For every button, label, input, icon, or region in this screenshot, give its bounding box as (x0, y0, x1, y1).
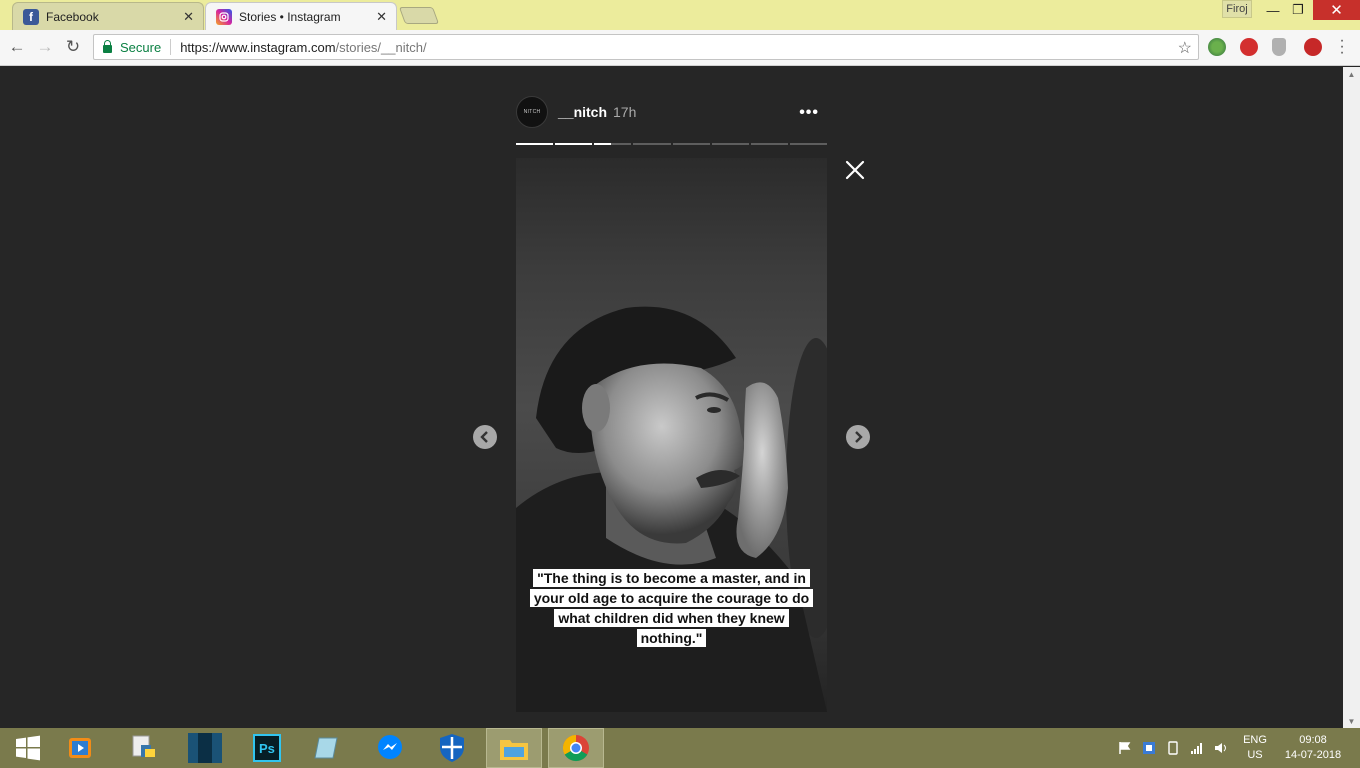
tab-strip: f Facebook ✕ Stories • Instagram ✕ Firoj… (0, 0, 1360, 30)
clock-time: 09:08 (1299, 734, 1327, 746)
file-explorer-icon[interactable] (486, 728, 542, 768)
next-story-button[interactable] (846, 425, 870, 449)
scroll-down-arrow-icon[interactable]: ▼ (1343, 714, 1360, 728)
progress-fill (555, 143, 593, 145)
minimize-button[interactable]: — (1259, 0, 1287, 20)
divider (170, 39, 172, 55)
extension-globe-icon[interactable] (1208, 38, 1226, 56)
media-player-icon[interactable] (52, 728, 108, 768)
progress-segment (555, 143, 593, 145)
vertical-scrollbar[interactable]: ▲ ▼ (1343, 67, 1360, 728)
story-time: 17h (613, 104, 637, 120)
progress-fill (594, 143, 611, 145)
tab-instagram[interactable]: Stories • Instagram ✕ (205, 2, 397, 30)
quote-line: what children did when they knew (554, 609, 789, 627)
progress-fill (516, 143, 554, 145)
avatar[interactable]: NITCH (516, 96, 548, 128)
close-tab-icon[interactable]: ✕ (376, 9, 387, 25)
notes-app-icon[interactable] (299, 728, 355, 768)
volume-icon[interactable] (1214, 741, 1228, 755)
python-icon[interactable] (116, 728, 172, 768)
photoshop-icon[interactable]: Ps (239, 728, 295, 768)
signal-bars-icon[interactable] (1190, 741, 1204, 755)
scroll-up-arrow-icon[interactable]: ▲ (1343, 67, 1360, 81)
lock-icon (103, 40, 112, 53)
phone-icon[interactable] (1166, 741, 1180, 755)
progress-segment (633, 143, 671, 145)
browser-toolbar: ← → ↻ Secure https://www.instagram.com/s… (0, 30, 1360, 66)
close-story-icon[interactable] (843, 158, 867, 182)
region-code: US (1247, 749, 1263, 761)
clock-date: 14-07-2018 (1284, 749, 1342, 761)
instagram-icon (216, 8, 232, 25)
story-username[interactable]: __nitch (558, 104, 607, 120)
restore-button[interactable]: ❐ (1284, 0, 1312, 20)
reload-icon[interactable]: ↻ (62, 37, 84, 57)
progress-segment (594, 143, 632, 145)
chevron-right-icon (855, 431, 863, 443)
progress-segment (750, 143, 788, 145)
windows-taskbar: Ps ENG US 09:08 14-07-2018 (0, 728, 1360, 768)
tab-title: Stories • Instagram (239, 9, 341, 24)
progress-segment (711, 143, 749, 145)
secure-label: Secure (120, 39, 162, 55)
chrome-icon[interactable] (548, 728, 604, 768)
back-arrow-icon[interactable]: ← (6, 37, 28, 57)
quote-line: "The thing is to become a master, and in (533, 569, 810, 587)
more-options-icon[interactable]: ••• (799, 104, 819, 122)
network-app-icon[interactable] (1142, 741, 1156, 755)
chrome-menu-icon[interactable]: · · · (1334, 33, 1350, 61)
progress-segment (672, 143, 710, 145)
windows-start-icon[interactable] (0, 728, 56, 768)
extension-opera-icon[interactable] (1240, 38, 1258, 56)
bookmark-star-icon[interactable]: ☆ (1178, 38, 1192, 58)
story-image[interactable]: "The thing is to become a master, and in… (516, 158, 827, 712)
facebook-icon: f (23, 8, 39, 25)
shield-app-icon[interactable] (424, 728, 480, 768)
story-progress-bar (516, 143, 827, 146)
url-path: /stories/__nitch/ (335, 39, 427, 55)
close-window-button[interactable]: ✕ (1313, 0, 1360, 20)
dark-app-icon[interactable] (177, 728, 233, 768)
tab-facebook[interactable]: f Facebook ✕ (12, 2, 204, 30)
extension-shield-icon[interactable] (1272, 38, 1286, 56)
forward-arrow-icon[interactable]: → (34, 37, 56, 57)
new-tab-button[interactable] (398, 7, 440, 24)
progress-segment (516, 143, 554, 145)
clock[interactable]: 09:08 14-07-2018 (1280, 733, 1346, 763)
chevron-left-icon (480, 431, 488, 443)
quote-line: your old age to acquire the courage to d… (529, 589, 814, 607)
action-center-flag-icon[interactable] (1118, 741, 1132, 755)
input-language[interactable]: ENG US (1238, 733, 1272, 763)
address-bar[interactable]: Secure https://www.instagram.com/stories… (93, 34, 1199, 60)
url-host: https://www.instagram.com (180, 39, 336, 55)
language-code: ENG (1243, 734, 1267, 746)
extension-red-icon[interactable] (1304, 38, 1322, 56)
messenger-icon[interactable] (362, 728, 418, 768)
story-header: NITCH __nitch 17h ••• (516, 96, 827, 128)
svg-text:Ps: Ps (259, 741, 275, 756)
tab-title: Facebook (46, 9, 99, 24)
progress-segment (789, 143, 827, 145)
story-quote: "The thing is to become a master, and in… (516, 568, 827, 648)
quote-line: nothing." (636, 629, 707, 647)
profile-name[interactable]: Firoj (1222, 0, 1252, 18)
previous-story-button[interactable] (473, 425, 497, 449)
close-tab-icon[interactable]: ✕ (183, 9, 194, 25)
